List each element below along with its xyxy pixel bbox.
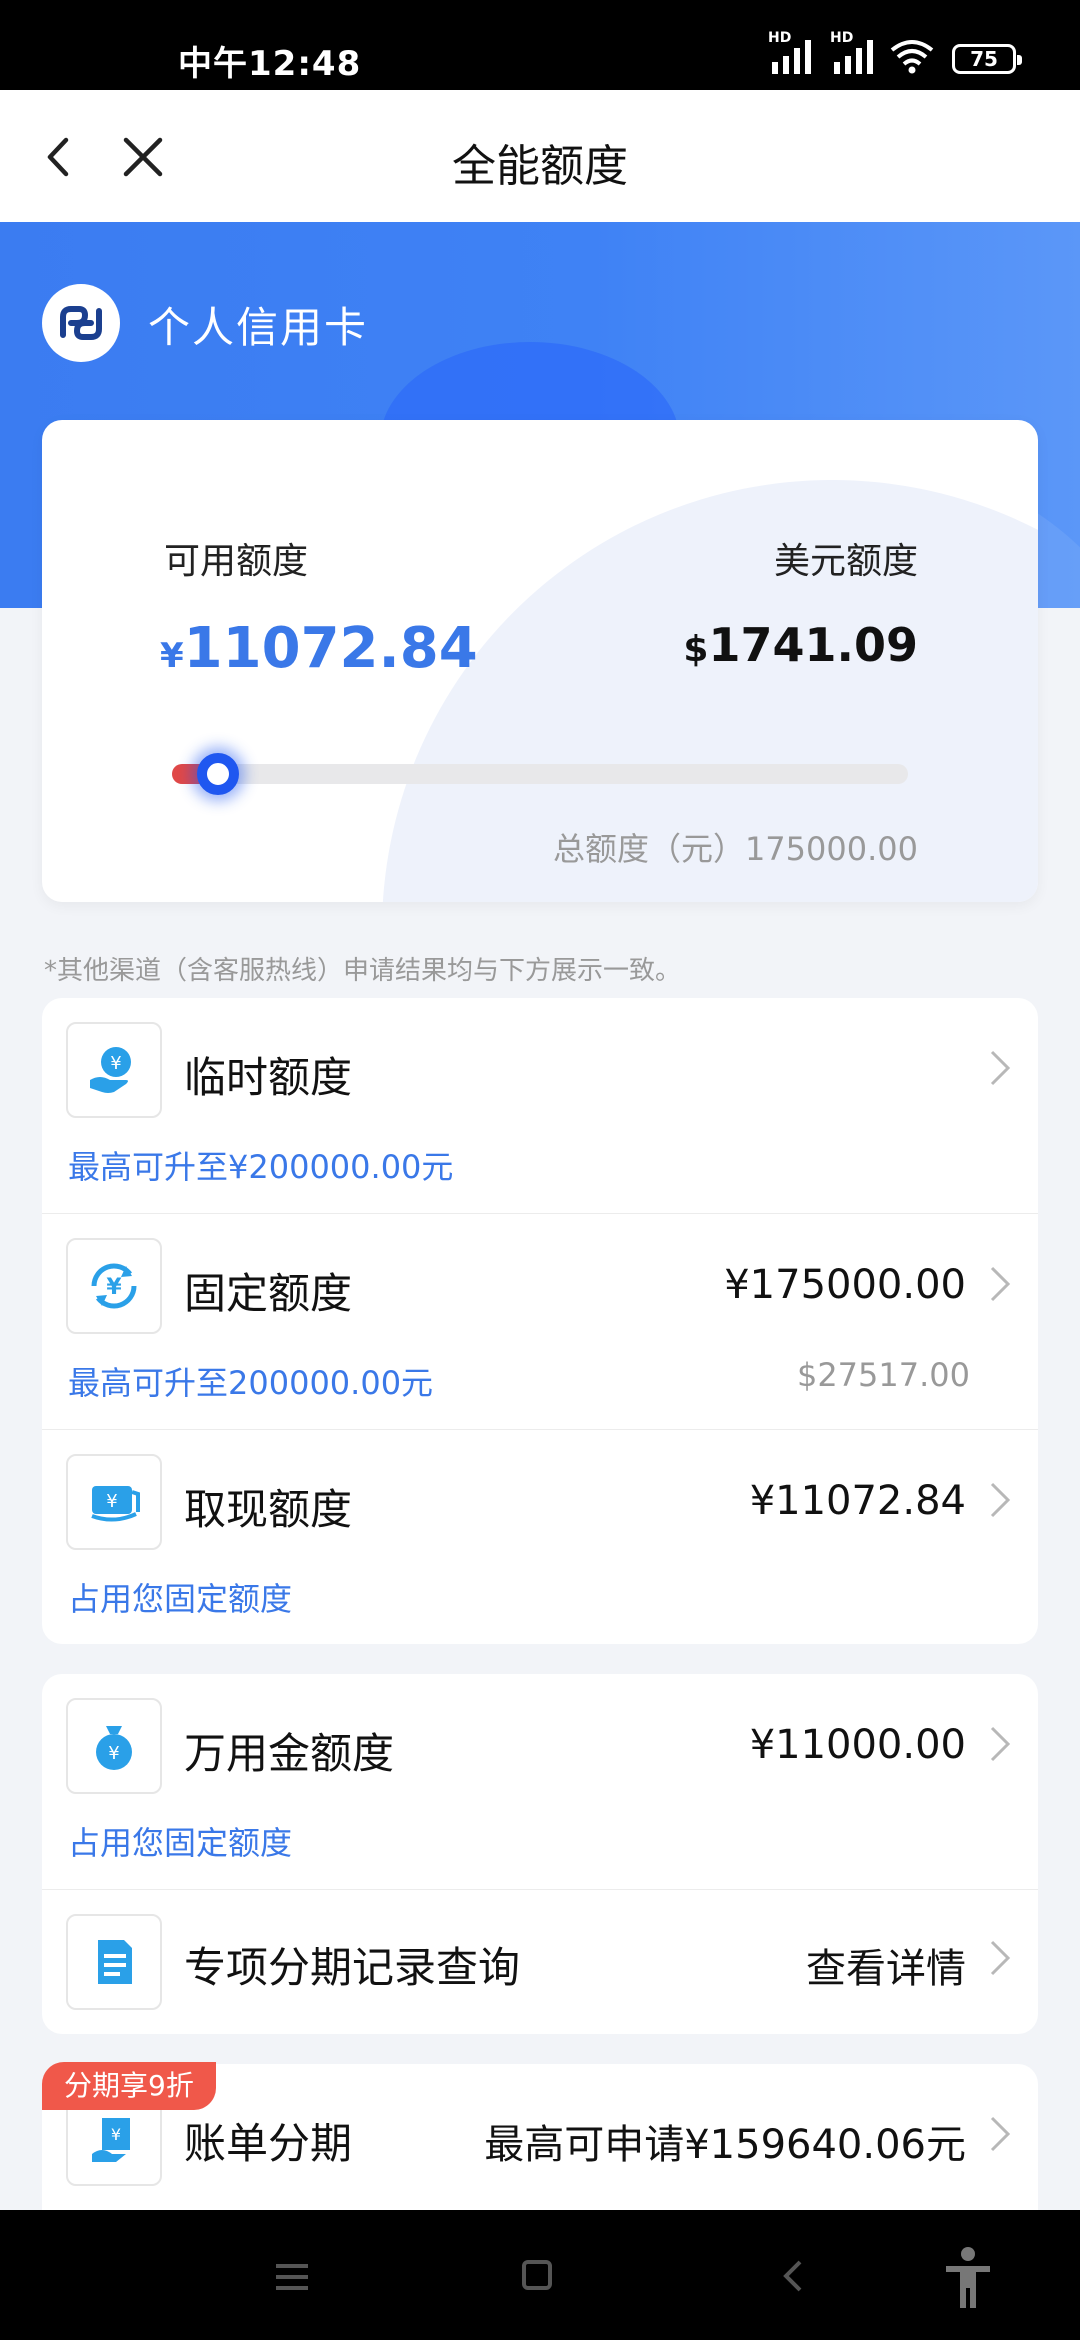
fixed-limit-usd: $27517.00: [796, 1356, 970, 1394]
system-nav-bar: [0, 2210, 1080, 2340]
battery-icon: 75: [952, 44, 1022, 74]
menu-icon[interactable]: [274, 2262, 310, 2292]
chevron-right-icon: [990, 1050, 1011, 1086]
total-limit-text: 总额度（元）175000.00: [552, 830, 918, 868]
signal-icon: HD: [768, 30, 811, 74]
svg-text:¥: ¥: [106, 1275, 122, 1300]
chevron-right-icon: [990, 1940, 1011, 1976]
svg-text:¥: ¥: [106, 1491, 117, 1512]
special-installment-link[interactable]: 查看详情: [806, 1936, 966, 1994]
accessibility-icon[interactable]: [942, 2246, 994, 2310]
money-bag-icon: ¥: [66, 1698, 162, 1794]
home-icon[interactable]: [522, 2260, 552, 2290]
document-icon: [66, 1914, 162, 2010]
limit-progress-bar: [172, 764, 908, 784]
signal-icon-2: HD: [830, 30, 873, 74]
page-title: 全能额度: [452, 141, 628, 192]
fixed-limit-value: ¥175000.00: [724, 1262, 966, 1308]
limit-progress-knob: [197, 753, 240, 795]
status-bar: 中午12:48 HD HD 75: [0, 0, 1080, 90]
special-installment-label: 专项分期记录查询: [184, 1943, 521, 1992]
usd-limit-value: $1741.09: [683, 618, 918, 672]
wanyong-limit-row[interactable]: ¥ 万用金额度 ¥11000.00 占用您固定额度: [42, 1674, 1038, 1890]
usd-limit-label: 美元额度: [773, 541, 918, 582]
available-limit-label: 可用额度: [164, 541, 309, 582]
cash-limit-hint: 占用您固定额度: [68, 1580, 293, 1618]
chevron-right-icon: [990, 1482, 1011, 1518]
hd-label: HD: [768, 30, 792, 46]
temp-limit-row[interactable]: ¥ 临时额度 最高可升至¥200000.00元: [42, 998, 1038, 1214]
bill-installment-value: 最高可申请¥159640.06元: [484, 2122, 966, 2168]
limit-list-card: ¥ 临时额度 最高可升至¥200000.00元 ¥ 固定额度 ¥175000.0…: [42, 998, 1038, 1644]
limit-card: 可用额度 美元额度 ¥11072.84 $1741.09 总额度（元）17500…: [42, 420, 1038, 902]
temp-limit-hint: 最高可升至¥200000.00元: [68, 1148, 454, 1186]
wanyong-card: ¥ 万用金额度 ¥11000.00 占用您固定额度 专项分期记录查询 查看详情: [42, 1674, 1038, 2034]
card-type-label: 个人信用卡: [148, 303, 369, 352]
fixed-limit-label: 固定额度: [184, 1269, 353, 1318]
disclaimer-note: *其他渠道（含客服热线）申请结果均与下方展示一致。: [44, 956, 682, 986]
available-limit-value: ¥11072.84: [160, 616, 478, 681]
hd-label-2: HD: [830, 30, 854, 46]
cash-limit-label: 取现额度: [184, 1485, 353, 1534]
svg-text:¥: ¥: [110, 1053, 121, 1074]
hand-yuan-icon: ¥: [66, 1022, 162, 1118]
nav-bar: 全能额度: [0, 90, 1080, 222]
special-installment-row[interactable]: 专项分期记录查询 查看详情: [42, 1890, 1038, 2034]
chevron-right-icon: [990, 1266, 1011, 1302]
chevron-right-icon: [990, 1726, 1011, 1762]
cash-icon: ¥: [66, 1454, 162, 1550]
svg-text:¥: ¥: [111, 2125, 121, 2144]
cash-limit-value: ¥11072.84: [749, 1478, 966, 1524]
fixed-limit-row[interactable]: ¥ 固定额度 ¥175000.00 最高可升至200000.00元 $27517…: [42, 1214, 1038, 1430]
fixed-limit-hint: 最高可升至200000.00元: [68, 1364, 434, 1402]
chevron-right-icon: [990, 2116, 1011, 2152]
refresh-yuan-icon: ¥: [66, 1238, 162, 1334]
wanyong-limit-hint: 占用您固定额度: [68, 1824, 293, 1862]
status-time: 中午12:48: [178, 44, 362, 84]
wifi-icon: [890, 40, 934, 74]
wanyong-limit-label: 万用金额度: [184, 1729, 395, 1778]
svg-text:¥: ¥: [108, 1743, 119, 1764]
discount-badge: 分期享9折: [42, 2062, 216, 2110]
temp-limit-label: 临时额度: [184, 1053, 353, 1102]
bank-logo-icon: [42, 284, 120, 362]
wanyong-limit-value: ¥11000.00: [749, 1722, 966, 1768]
bill-installment-label: 账单分期: [184, 2119, 353, 2168]
cash-limit-row[interactable]: ¥ 取现额度 ¥11072.84 占用您固定额度: [42, 1430, 1038, 1644]
system-back-icon[interactable]: [780, 2258, 804, 2294]
